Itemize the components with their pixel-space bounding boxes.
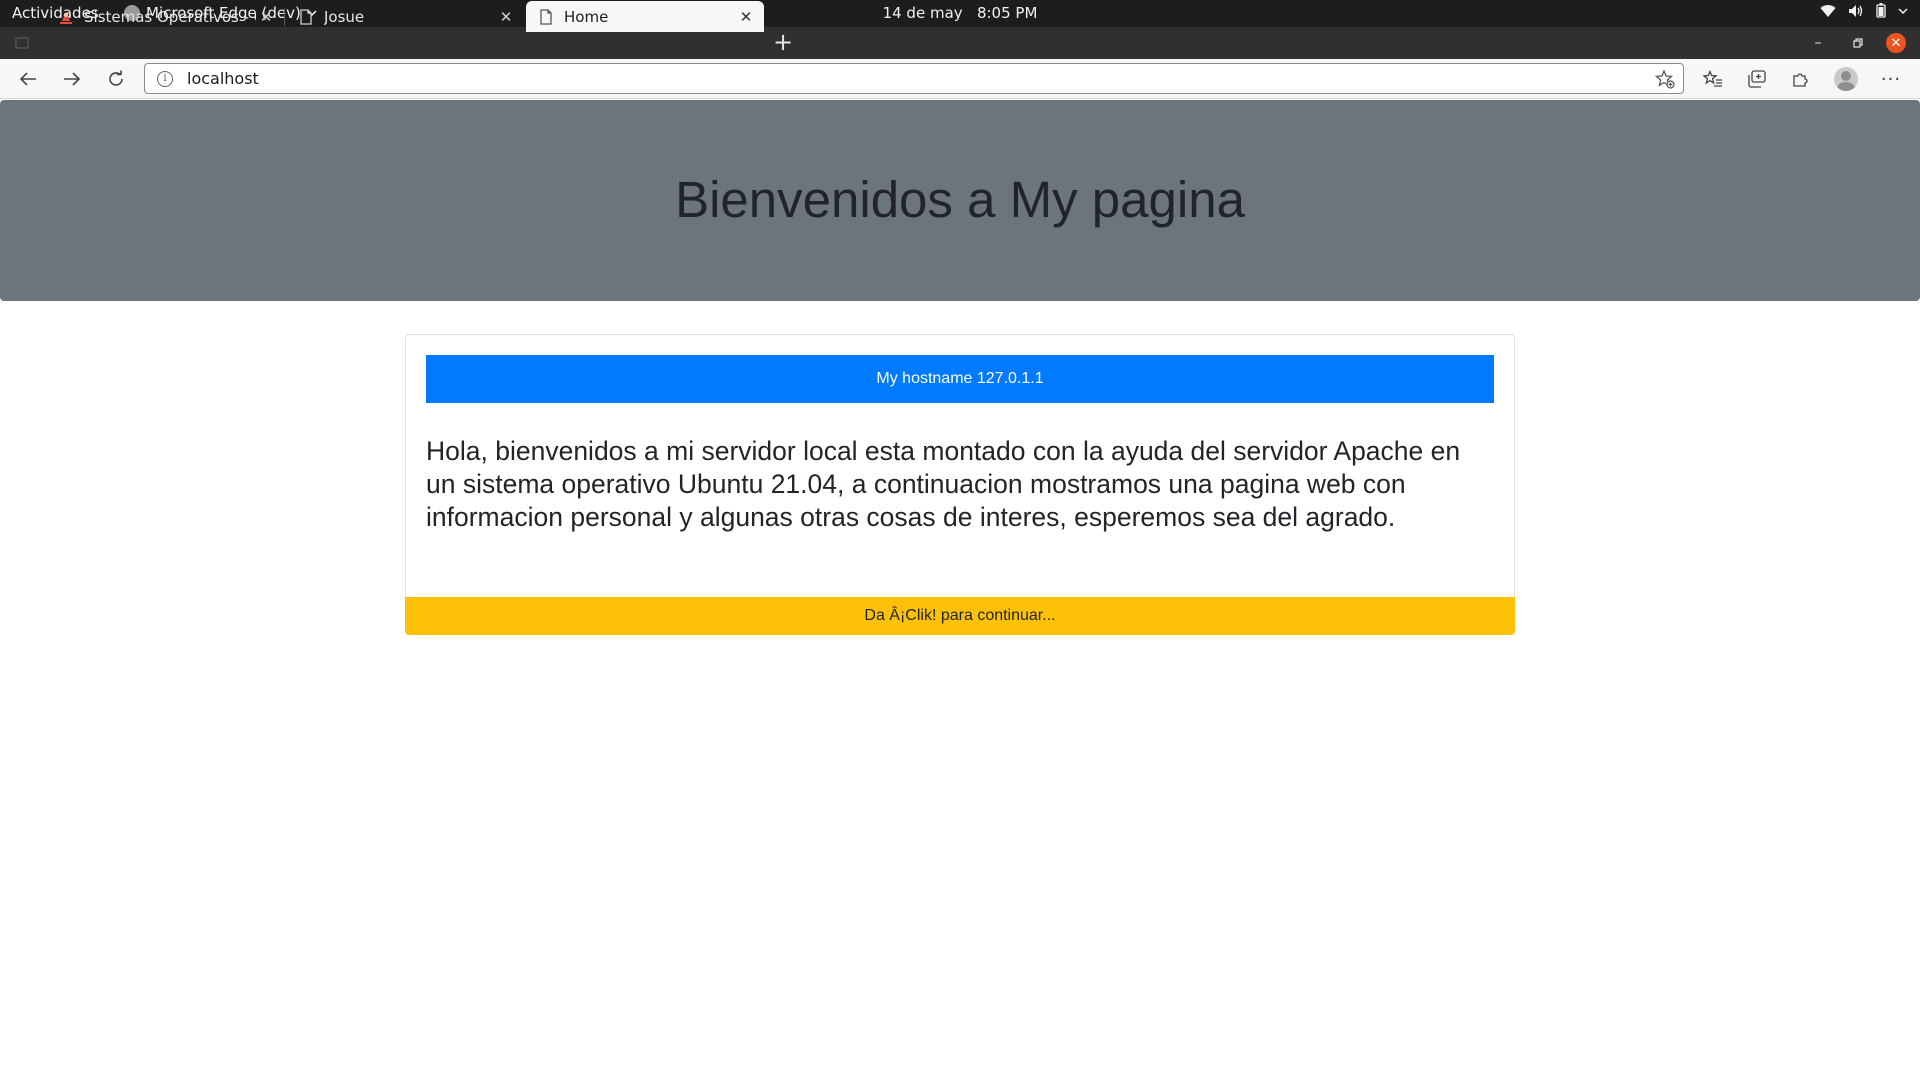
close-window-button[interactable]: ✕ bbox=[1886, 33, 1906, 53]
back-button[interactable] bbox=[14, 65, 42, 93]
tab-title: Josue bbox=[324, 7, 365, 26]
close-icon[interactable]: ✕ bbox=[736, 8, 756, 26]
date-label: 14 de may bbox=[882, 4, 963, 22]
page-viewport: Bienvenidos a My pagina My hostname 127.… bbox=[0, 100, 1920, 1080]
system-tray[interactable] bbox=[1820, 3, 1908, 18]
minimize-icon: – bbox=[1814, 35, 1822, 51]
forward-button[interactable] bbox=[58, 65, 86, 93]
restore-icon bbox=[1853, 38, 1863, 48]
tab-separator bbox=[284, 8, 285, 26]
course-site-icon bbox=[60, 11, 72, 24]
chevron-down-icon bbox=[1898, 7, 1908, 14]
address-bar[interactable]: i bbox=[144, 63, 1684, 94]
tab-title: Sistemas Operativos - Gru bbox=[84, 7, 256, 26]
page-icon bbox=[540, 8, 552, 25]
minimize-button[interactable]: – bbox=[1806, 27, 1830, 59]
profile-avatar[interactable] bbox=[1834, 67, 1858, 91]
collections-icon bbox=[1748, 70, 1766, 88]
extensions-icon bbox=[1793, 73, 1808, 87]
refresh-icon bbox=[109, 70, 123, 86]
page-icon bbox=[300, 8, 312, 25]
settings-menu-button[interactable]: ··· bbox=[1880, 68, 1902, 90]
wifi-icon bbox=[1820, 4, 1836, 17]
volume-icon bbox=[1849, 4, 1863, 17]
favorites-button[interactable] bbox=[1702, 68, 1724, 90]
reload-button[interactable] bbox=[102, 65, 130, 93]
url-input[interactable] bbox=[187, 69, 1587, 88]
tab-home[interactable]: Home ✕ bbox=[526, 1, 764, 32]
site-info-icon[interactable]: i bbox=[157, 71, 173, 87]
close-icon[interactable]: ✕ bbox=[256, 8, 276, 26]
close-icon[interactable]: ✕ bbox=[496, 8, 516, 26]
battery-icon bbox=[1876, 3, 1886, 18]
favorites-icon bbox=[1703, 70, 1722, 87]
collections-button[interactable] bbox=[1746, 68, 1768, 90]
hostname-button[interactable]: My hostname 127.0.1.1 bbox=[426, 355, 1494, 403]
arrow-right-icon bbox=[64, 72, 81, 86]
continue-link[interactable]: Da Â¡Clik! para continuar... bbox=[405, 597, 1515, 635]
more-icon: ··· bbox=[1880, 68, 1902, 90]
welcome-text: Hola, bienvenidos a mi servidor local es… bbox=[426, 436, 1461, 532]
tab-actions-icon bbox=[15, 37, 29, 49]
new-tab-button[interactable]: + bbox=[770, 28, 796, 58]
tab-sistemas-operativos[interactable]: Sistemas Operativos - Gru ✕ bbox=[46, 1, 285, 32]
hero-banner: Bienvenidos a My pagina bbox=[0, 100, 1920, 301]
extensions-button[interactable] bbox=[1790, 68, 1812, 90]
tab-actions-button[interactable] bbox=[0, 27, 44, 59]
restore-button[interactable] bbox=[1846, 27, 1870, 59]
tab-josue[interactable]: Josue ✕ bbox=[286, 1, 524, 32]
add-favorite-icon[interactable] bbox=[1655, 69, 1675, 89]
page-title: Bienvenidos a My pagina bbox=[675, 171, 1245, 228]
time-label: 8:05 PM bbox=[976, 4, 1038, 22]
arrow-left-icon bbox=[19, 72, 36, 86]
welcome-card: My hostname 127.0.1.1 Hola, bienvenidos … bbox=[405, 334, 1515, 635]
tab-title: Home bbox=[564, 7, 609, 26]
close-icon: ✕ bbox=[1890, 35, 1902, 51]
plus-icon: + bbox=[772, 28, 794, 56]
browser-toolbar: i ··· bbox=[0, 59, 1920, 99]
